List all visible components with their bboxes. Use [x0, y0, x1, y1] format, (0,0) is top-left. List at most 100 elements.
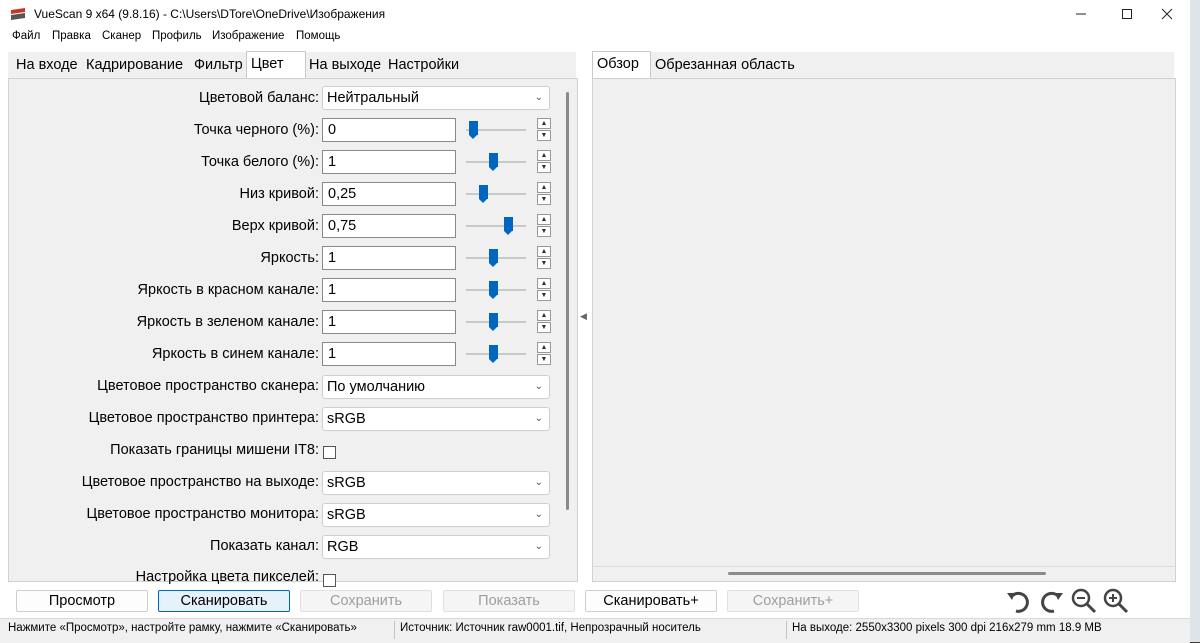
zoom-in-icon	[1103, 588, 1129, 614]
tab-preview[interactable]: Обзор	[592, 51, 651, 79]
red-brightness-spin-down-icon[interactable]: ▼	[537, 290, 551, 301]
close-button[interactable]	[1144, 0, 1190, 28]
splitter-arrow-icon[interactable]: ◀	[580, 311, 587, 322]
output-space-select[interactable]: sRGB ⌄	[322, 471, 550, 495]
menu-profile[interactable]: Профиль	[152, 30, 202, 42]
rotate-left-button[interactable]	[1004, 587, 1032, 615]
black-point-spin-up-icon[interactable]: ▲	[537, 118, 551, 129]
blue-brightness-slider-thumb[interactable]	[489, 345, 498, 363]
menu-scanner[interactable]: Сканер	[102, 30, 141, 42]
curve-low-input[interactable]: 0,25	[322, 182, 456, 206]
chevron-down-icon: ⌄	[534, 381, 543, 392]
curve-low-slider-track[interactable]	[466, 193, 526, 195]
pixel-color-label: Настройка цвета пикселей:	[135, 569, 319, 585]
maximize-icon	[1122, 9, 1132, 19]
close-icon	[1161, 8, 1173, 20]
menu-help[interactable]: Помощь	[296, 30, 340, 42]
printer-space-select[interactable]: sRGB ⌄	[322, 407, 550, 431]
color-balance-select[interactable]: Нейтральный ⌄	[322, 86, 550, 110]
blue-brightness-spin-up-icon[interactable]: ▲	[537, 342, 551, 353]
curve-high-spin-down-icon[interactable]: ▼	[537, 226, 551, 237]
desktop-background	[1190, 0, 1200, 642]
preview-h-scrollbar[interactable]	[728, 572, 1046, 575]
pixel-color-checkbox[interactable]	[323, 574, 336, 587]
output-space-value: sRGB	[327, 475, 366, 491]
output-space-label: Цветовое пространство на выходе:	[81, 474, 319, 490]
menu-edit[interactable]: Правка	[52, 30, 91, 42]
tab-crop[interactable]: Кадрирование	[82, 53, 187, 78]
scanner-space-select[interactable]: По умолчанию ⌄	[322, 375, 550, 399]
chevron-down-icon: ⌄	[534, 541, 543, 552]
monitor-space-label: Цветовое пространство монитора:	[86, 506, 319, 522]
brightness-spin-down-icon[interactable]: ▼	[537, 258, 551, 269]
curve-high-label: Верх кривой:	[231, 218, 319, 234]
monitor-space-select[interactable]: sRGB ⌄	[322, 503, 550, 527]
curve-low-spin-up-icon[interactable]: ▲	[537, 182, 551, 193]
brightness-label: Яркость:	[260, 250, 319, 266]
rotate-right-button[interactable]	[1038, 587, 1066, 615]
minimize-button[interactable]	[1058, 0, 1104, 28]
tab-settings[interactable]: Настройки	[384, 53, 463, 78]
blue-brightness-spin-down-icon[interactable]: ▼	[537, 354, 551, 365]
scanner-space-label: Цветовое пространство сканера:	[97, 378, 319, 394]
curve-high-slider-track[interactable]	[466, 225, 526, 227]
menu-bar: Файл Правка Сканер Профиль Изображение П…	[0, 28, 1190, 46]
curve-high-spin-up-icon[interactable]: ▲	[537, 214, 551, 225]
color-balance-value: Нейтральный	[327, 90, 419, 106]
scanner-space-value: По умолчанию	[327, 379, 426, 395]
chevron-down-icon: ⌄	[534, 509, 543, 520]
blue-brightness-input[interactable]: 1	[322, 342, 456, 366]
it8-checkbox[interactable]	[323, 446, 336, 459]
curve-low-spin-down-icon[interactable]: ▼	[537, 194, 551, 205]
app-window: VueScan 9 x64 (9.8.16) - C:\Users\DTore\…	[0, 0, 1191, 643]
red-brightness-label: Яркость в красном канале:	[137, 282, 319, 298]
green-brightness-input[interactable]: 1	[322, 310, 456, 334]
white-point-slider-thumb[interactable]	[489, 153, 498, 171]
status-bar: Нажмите «Просмотр», настройте рамку, наж…	[0, 618, 1190, 643]
curve-high-input[interactable]: 0,75	[322, 214, 456, 238]
blue-brightness-label: Яркость в синем канале:	[151, 346, 319, 362]
zoom-in-button[interactable]	[1102, 587, 1130, 615]
monitor-space-value: sRGB	[327, 507, 366, 523]
brightness-spin-up-icon[interactable]: ▲	[537, 246, 551, 257]
brightness-slider-thumb[interactable]	[489, 249, 498, 267]
white-point-input[interactable]: 1	[322, 150, 456, 174]
white-point-spin-down-icon[interactable]: ▼	[537, 162, 551, 173]
black-point-input[interactable]: 0	[322, 118, 456, 142]
vuescan-app-icon	[11, 8, 25, 20]
it8-label: Показать границы мишени IT8:	[110, 442, 319, 458]
black-point-spin-down-icon[interactable]: ▼	[537, 130, 551, 141]
menu-image[interactable]: Изображение	[212, 30, 284, 42]
settings-scrollbar[interactable]	[566, 92, 569, 510]
menu-file[interactable]: Файл	[12, 30, 40, 42]
preview-panel[interactable]	[592, 78, 1176, 582]
green-brightness-slider-thumb[interactable]	[489, 313, 498, 331]
scan-plus-button[interactable]: Сканировать+	[585, 590, 717, 612]
status-divider	[394, 621, 395, 639]
tab-filter[interactable]: Фильтр	[190, 53, 247, 78]
curve-low-slider-thumb[interactable]	[479, 185, 488, 203]
green-brightness-spin-up-icon[interactable]: ▲	[537, 310, 551, 321]
curve-high-slider-thumb[interactable]	[504, 217, 513, 235]
white-point-spin-up-icon[interactable]: ▲	[537, 150, 551, 161]
preview-button[interactable]: Просмотр	[16, 590, 148, 612]
red-brightness-slider-thumb[interactable]	[489, 281, 498, 299]
black-point-label: Точка черного (%):	[193, 122, 319, 138]
brightness-input[interactable]: 1	[322, 246, 456, 270]
chevron-down-icon: ⌄	[534, 92, 543, 103]
green-brightness-spin-down-icon[interactable]: ▼	[537, 322, 551, 333]
tab-cropped-area[interactable]: Обрезанная область	[651, 53, 799, 78]
zoom-out-button[interactable]	[1070, 587, 1098, 615]
red-brightness-spin-up-icon[interactable]: ▲	[537, 278, 551, 289]
show-button[interactable]: Показать	[443, 590, 575, 612]
scan-button[interactable]: Сканировать	[158, 590, 290, 612]
tab-input[interactable]: На входе	[12, 53, 82, 78]
black-point-slider-thumb[interactable]	[469, 121, 478, 139]
tab-output[interactable]: На выходе	[305, 53, 385, 78]
save-button[interactable]: Сохранить	[300, 590, 432, 612]
red-brightness-input[interactable]: 1	[322, 278, 456, 302]
color-balance-label: Цветовой баланс:	[199, 90, 319, 106]
save-plus-button[interactable]: Сохранить+	[727, 590, 859, 612]
show-channel-select[interactable]: RGB ⌄	[322, 535, 550, 559]
tab-color[interactable]: Цвет	[246, 51, 306, 79]
